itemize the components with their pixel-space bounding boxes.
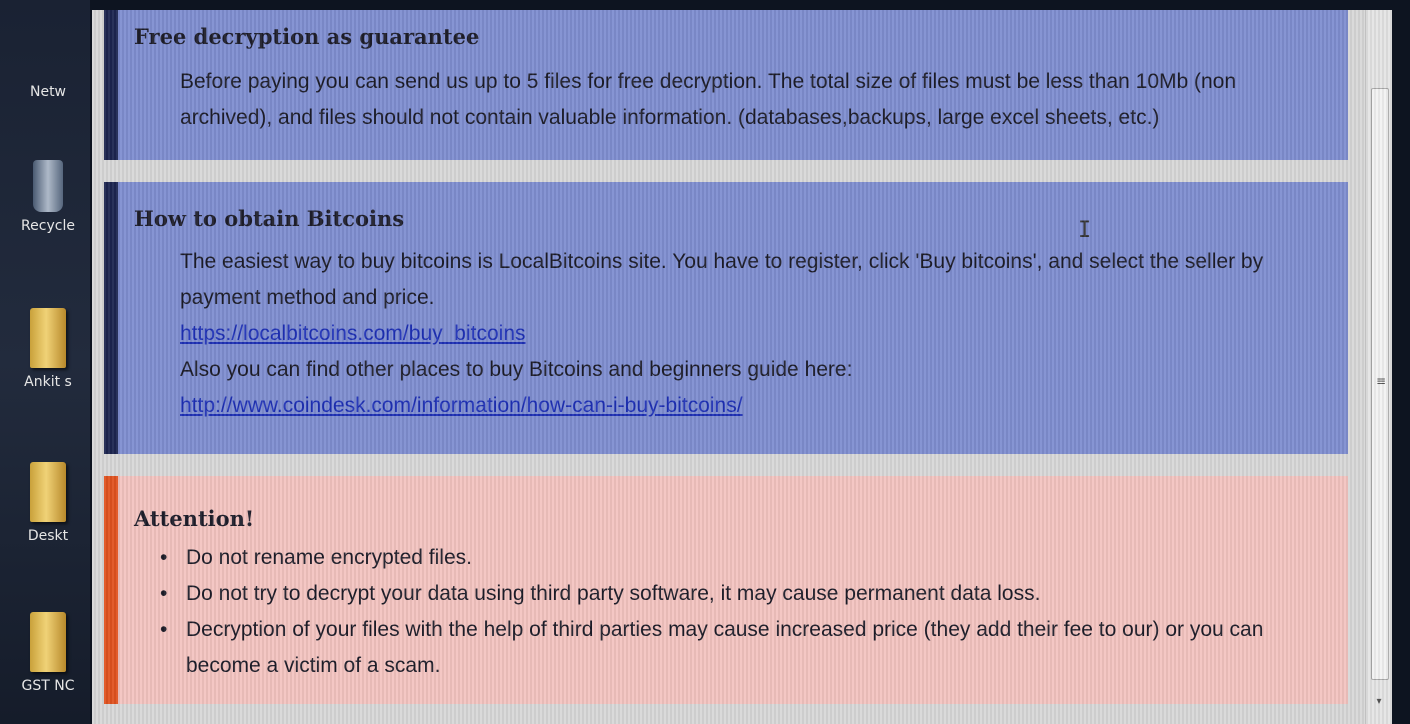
paragraph-line: The easiest way to buy bitcoins is Local… [180,250,1264,273]
section-title: Attention! [134,506,255,531]
attention-section: Attention! Do not rename encrypted files… [104,476,1348,704]
network-icon [8,40,88,80]
vertical-scrollbar[interactable]: ≡ ▾ [1365,10,1392,724]
section-title: Free decryption as guarantee [134,24,480,49]
text-cursor-icon: I [1078,218,1092,243]
scroll-down-arrow-icon[interactable]: ▾ [1366,696,1392,716]
desktop-icon-label: Ankit s [24,374,72,390]
coindesk-link[interactable]: http://www.coindesk.com/information/how-… [180,394,743,417]
folder-icon [30,462,66,522]
paragraph-line: archived), and files should not contain … [180,106,1160,129]
folder-icon [30,612,66,672]
paragraph-line: Before paying you can send us up to 5 fi… [180,70,1237,93]
network-desktop-icon[interactable]: Netw [8,40,88,100]
desktop-icon-strip: Netw Recycle Ankit s Deskt GST NC [0,0,90,724]
desktop-icon-label: Netw [29,84,67,100]
desktop-icon-label: GST NC [21,678,75,694]
obtain-bitcoins-section: How to obtain Bitcoins The easiest way t… [104,182,1348,454]
list-item-continuation: become a victim of a scam. [148,648,1268,684]
desktop-icon-label: Recycle [21,218,75,234]
section-title: How to obtain Bitcoins [134,206,405,231]
scroll-up-arrow-icon[interactable] [1366,40,1392,60]
section-paragraph: Before paying you can send us up to 5 fi… [180,64,1300,136]
ransom-note-window: Free decryption as guarantee Before payi… [92,10,1392,724]
grip-icon: ≡ [1376,374,1387,388]
paragraph-line: payment method and price. [180,286,435,309]
localbitcoins-link[interactable]: https://localbitcoins.com/buy_bitcoins [180,322,526,345]
desktop-icon-label: Deskt [27,528,69,544]
recycle-bin-desktop-icon[interactable]: Recycle [8,160,88,234]
recycle-bin-icon [33,160,63,212]
list-item: Do not rename encrypted files. [148,540,1268,576]
free-decryption-section: Free decryption as guarantee Before payi… [104,10,1348,160]
folder-icon [30,308,66,368]
attention-list: Do not rename encrypted files. Do not tr… [148,540,1268,684]
folder-desktop-icon[interactable]: Ankit s [8,308,88,390]
paragraph-line: Also you can find other places to buy Bi… [180,358,853,381]
folder-desktop-icon[interactable]: GST NC [8,612,88,694]
section-paragraph: The easiest way to buy bitcoins is Local… [180,244,1300,424]
list-item-text: become a victim of a scam. [186,654,441,677]
scrollbar-thumb[interactable]: ≡ [1371,88,1389,680]
list-item: Decryption of your files with the help o… [148,612,1268,648]
list-item: Do not try to decrypt your data using th… [148,576,1268,612]
folder-desktop-icon[interactable]: Deskt [8,462,88,544]
